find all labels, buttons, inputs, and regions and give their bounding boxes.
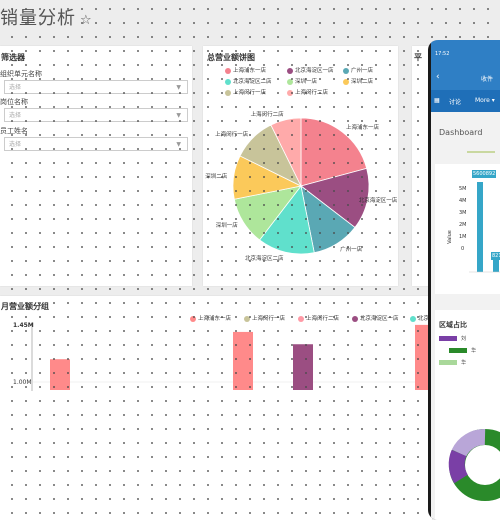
bar[interactable] <box>233 331 253 390</box>
mini-y-tick: 2M <box>459 222 467 228</box>
pie-slice-label: 深圳一店 <box>215 223 238 230</box>
org-unit-select[interactable]: 选择 ▼ <box>4 80 188 94</box>
pie-slice-label: 上海闵行二店 <box>250 111 284 118</box>
legend-swatch <box>439 336 457 341</box>
bar-chart <box>31 324 432 391</box>
bar[interactable] <box>293 344 313 390</box>
mini-bar <box>477 182 483 272</box>
position-label: 岗位名称 <box>0 98 28 106</box>
tab-more[interactable]: More ▾ <box>475 97 495 104</box>
y-tick-label: 1.45M <box>13 322 34 329</box>
mini-y-tick: 4M <box>459 198 467 204</box>
mini-bar-card: 5600892 821 5M 4M 3M 2M 1M 0 Value <box>435 164 500 294</box>
mobile-header-title: 收件 <box>481 76 494 83</box>
legend-label: 华 <box>471 348 477 354</box>
region-title: 区域占比 <box>439 321 467 329</box>
mobile-header: 17:52 ‹ 收件 <box>431 40 500 90</box>
star-outline-icon[interactable]: ☆ <box>80 13 93 28</box>
back-arrow-icon[interactable]: ‹ <box>436 72 440 82</box>
bar-chart-panel: 月营业额分组 上海浦东一店上海闵行一店上海闵行二店北京海淀区一店北京海淀区二店 … <box>0 296 457 520</box>
region-card: 区域占比 刘 华 华 <box>435 310 500 520</box>
employee-name-select[interactable]: 选择 ▼ <box>4 137 188 151</box>
tab-discuss[interactable]: 讨论 <box>449 97 461 106</box>
y-tick-label: 1.00M <box>13 379 32 386</box>
legend-swatch <box>439 360 457 365</box>
mobile-time: 17:52 <box>435 51 450 57</box>
mini-y-label: Value <box>446 230 453 244</box>
org-unit-placeholder: 选择 <box>9 84 22 91</box>
position-select[interactable]: 选择 ▼ <box>4 108 188 122</box>
chevron-down-icon: ▼ <box>176 141 181 148</box>
dashboard-heading: Dashboard <box>439 128 483 137</box>
mobile-tab-bar: ▦ 讨论 More ▾ <box>431 90 500 112</box>
page-title: 销量分析 ☆ <box>0 8 93 29</box>
employee-name-label: 员工姓名 <box>0 127 28 135</box>
filter-panel: 筛选器 组织单元名称 选择 ▼ 岗位名称 选择 ▼ 员工姓名 选择 ▼ <box>0 46 192 286</box>
average-panel-title: 平 <box>414 53 422 62</box>
mini-y-tick: 5M <box>459 186 467 192</box>
mini-y-tick: 1M <box>459 234 467 240</box>
mini-bar-chart <box>469 182 500 273</box>
pie-slice-label: 深圳二店 <box>205 174 228 181</box>
donut-segment <box>448 449 469 484</box>
pie-chart-panel: 总营业额饼图 上海浦东一店 北京海淀区一店 广州一店 北京海淀区二店 深圳一店 深圳二店上… <box>203 46 398 286</box>
filter-panel-title: 筛选器 <box>1 53 25 62</box>
pie-chart <box>232 117 370 255</box>
pie-slice-label: 北京海淀区二店 <box>244 256 284 263</box>
mini-y-tick: 3M <box>459 210 467 216</box>
mini-bar-value: 821 <box>491 252 500 260</box>
legend-label: 华 <box>461 360 467 366</box>
mini-y-tick: 0 <box>461 246 465 252</box>
grid-icon[interactable]: ▦ <box>434 97 440 104</box>
region-donut <box>448 429 500 501</box>
chevron-down-icon: ▼ <box>176 112 181 119</box>
mobile-preview: 17:52 ‹ 收件 ▦ 讨论 More ▾ Dashboard 5600892… <box>428 40 500 520</box>
pie-slice-label: 上海浦东一店 <box>346 125 380 132</box>
org-unit-label: 组织单元名称 <box>0 70 42 78</box>
donut-segment <box>451 429 486 457</box>
pie-slice-label: 广州一店 <box>340 246 363 253</box>
bar[interactable] <box>50 359 70 390</box>
pie-slice-label: 上海闵行一店 <box>215 131 249 138</box>
legend-swatch <box>449 348 467 353</box>
mobile-screen: 17:52 ‹ 收件 ▦ 讨论 More ▾ Dashboard 5600892… <box>431 40 500 520</box>
chevron-down-icon: ▼ <box>176 84 181 91</box>
pie-slice-label: 北京海淀区一店 <box>358 198 398 205</box>
legend-label: 刘 <box>461 336 467 342</box>
employee-name-placeholder: 选择 <box>9 141 22 148</box>
dashboard-underline <box>467 151 495 153</box>
position-placeholder: 选择 <box>9 112 22 119</box>
mini-bar-value: 5600892 <box>472 170 497 178</box>
